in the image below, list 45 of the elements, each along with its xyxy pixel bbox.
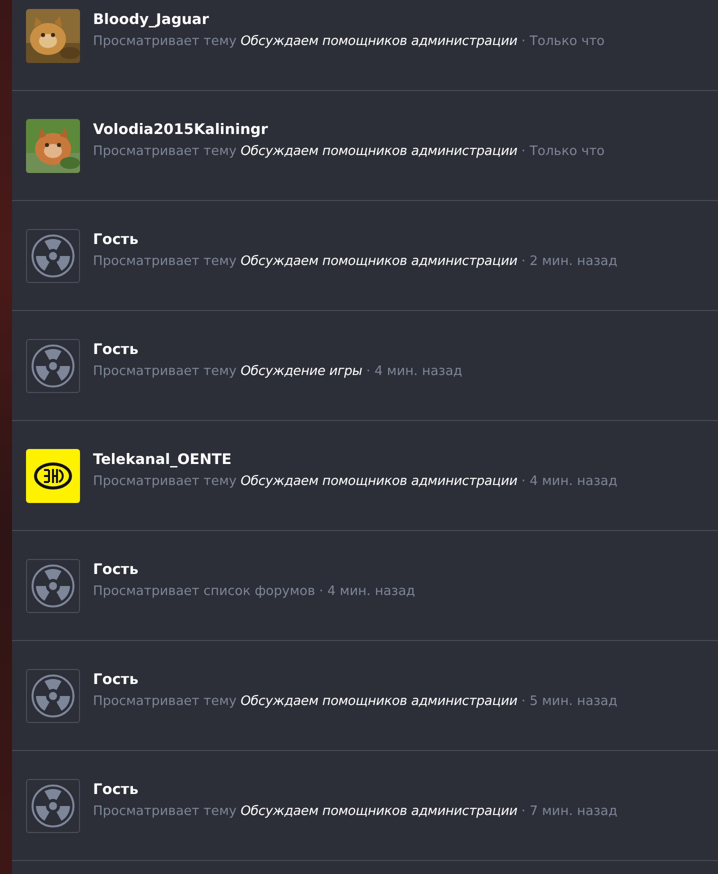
topic-link[interactable]: Обсуждаем помощников администрации (240, 33, 518, 51)
activity-text: Просматривает тему (93, 253, 237, 271)
guest-avatar[interactable] (26, 779, 80, 833)
topic-link[interactable]: Обсуждаем помощников администрации (240, 253, 518, 271)
radiation-icon (30, 673, 76, 719)
radiation-icon (30, 783, 76, 829)
activity-text: Просматривает список форумов (93, 583, 316, 601)
guest-avatar[interactable] (26, 339, 80, 393)
avatar[interactable] (26, 9, 80, 63)
user-name[interactable]: Гость (93, 781, 618, 799)
activity-text: Просматривает тему (93, 143, 237, 161)
user-name[interactable]: Гость (93, 561, 416, 579)
user-name[interactable]: Bloody_Jaguar (93, 11, 605, 29)
radiation-icon (30, 233, 76, 279)
topic-link[interactable]: Обсуждение игры (240, 363, 362, 381)
logo-avatar[interactable] (26, 449, 80, 503)
guest-avatar[interactable] (26, 669, 80, 723)
time-text: · 4 мин. назад (319, 583, 416, 601)
user-name[interactable]: Гость (93, 341, 462, 359)
time-text: · 4 мин. назад (521, 473, 618, 491)
user-name[interactable]: Гость (93, 671, 618, 689)
radiation-icon (30, 343, 76, 389)
topic-link[interactable]: Обсуждаем помощников администрации (240, 693, 518, 711)
radiation-icon (30, 563, 76, 609)
guest-avatar[interactable] (26, 559, 80, 613)
time-text: · 5 мин. назад (521, 693, 618, 711)
topic-link[interactable]: Обсуждаем помощников администрации (240, 803, 518, 821)
activity-text: Просматривает тему (93, 33, 237, 51)
guest-avatar[interactable] (26, 229, 80, 283)
user-name[interactable]: Volodia2015Kaliningr (93, 121, 605, 139)
avatar[interactable] (26, 119, 80, 173)
activity-text: Просматривает тему (93, 803, 237, 821)
time-text: · 2 мин. назад (521, 253, 618, 271)
time-text: · Только что (521, 33, 605, 51)
user-name[interactable]: Гость (93, 231, 618, 249)
topic-link[interactable]: Обсуждаем помощников администрации (240, 473, 518, 491)
time-text: · 4 мин. назад (366, 363, 462, 381)
time-text: · 7 мин. назад (521, 803, 618, 821)
logo-icon (33, 461, 73, 491)
activity-text: Просматривает тему (93, 693, 237, 711)
user-name[interactable]: Telekanal_OENTE (93, 451, 618, 469)
topic-link[interactable]: Обсуждаем помощников администрации (240, 143, 518, 161)
time-text: · Только что (521, 143, 605, 161)
activity-text: Просматривает тему (93, 363, 237, 381)
activity-text: Просматривает тему (93, 473, 237, 491)
